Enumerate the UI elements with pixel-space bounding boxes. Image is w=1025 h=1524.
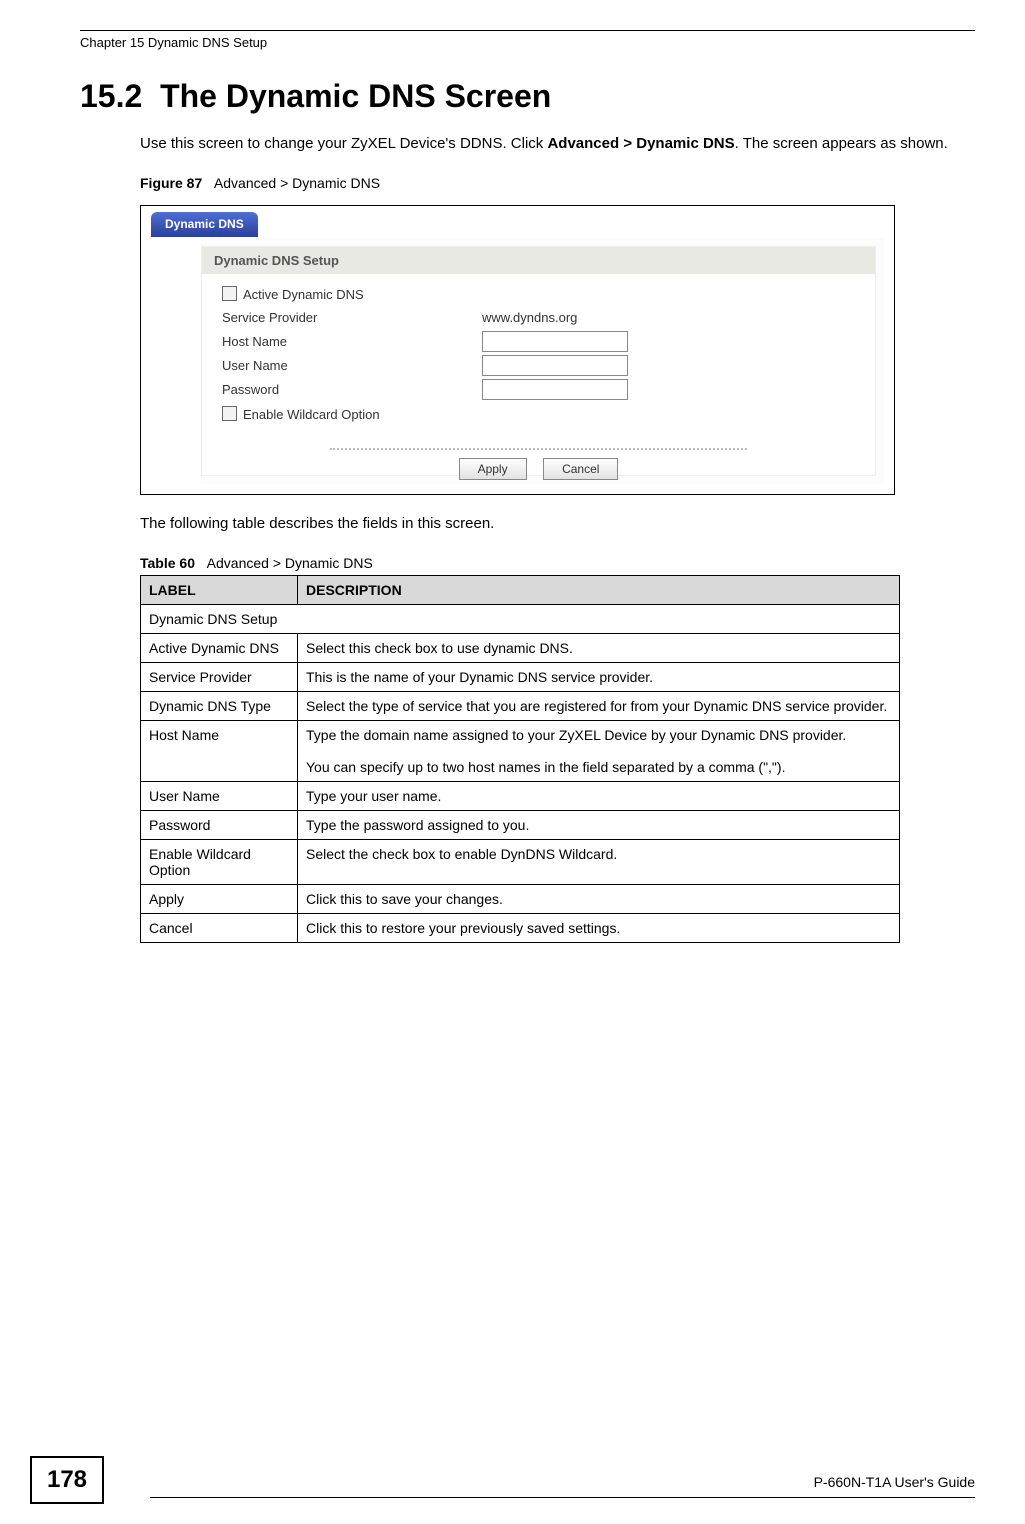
panel: Dynamic DNS Setup Active Dynamic DNS Ser…: [201, 238, 884, 484]
section-title: 15.2 The Dynamic DNS Screen: [80, 78, 975, 115]
separator: [330, 448, 747, 450]
guide-name: P-660N-T1A User's Guide: [814, 1474, 975, 1490]
cancel-button[interactable]: Cancel: [543, 458, 618, 480]
host-name-input[interactable]: [482, 331, 628, 352]
table-desc-cell: Type your user name.: [298, 781, 900, 810]
table-desc-cell: Click this to save your changes.: [298, 884, 900, 913]
table-label-cell: Service Provider: [141, 662, 298, 691]
table-desc-cell: Select the check box to enable DynDNS Wi…: [298, 839, 900, 884]
wildcard-checkbox[interactable]: [222, 406, 237, 421]
table-caption-prefix: Table 60: [140, 555, 195, 571]
section-number: 15.2: [80, 78, 142, 114]
table-desc-cell: Select this check box to use dynamic DNS…: [298, 633, 900, 662]
description-table: LABEL DESCRIPTION Dynamic DNS SetupActiv…: [140, 575, 900, 943]
table-row: Service ProviderThis is the name of your…: [141, 662, 900, 691]
table-row: Active Dynamic DNSSelect this check box …: [141, 633, 900, 662]
intro-paragraph: Use this screen to change your ZyXEL Dev…: [140, 133, 975, 155]
table-row: ApplyClick this to save your changes.: [141, 884, 900, 913]
wildcard-row: Enable Wildcard Option: [222, 406, 482, 422]
table-label-cell: Cancel: [141, 913, 298, 942]
service-provider-value: www.dyndns.org: [482, 310, 577, 325]
table-desc-cell: Type the domain name assigned to your Zy…: [298, 720, 900, 781]
table-row: CancelClick this to restore your previou…: [141, 913, 900, 942]
table-row: Dynamic DNS Setup: [141, 604, 900, 633]
active-ddns-label: Active Dynamic DNS: [243, 287, 364, 302]
figure-caption-text: Advanced > Dynamic DNS: [214, 175, 380, 191]
intro-post: . The screen appears as shown.: [735, 135, 948, 152]
table-row: User NameType your user name.: [141, 781, 900, 810]
password-label: Password: [222, 382, 482, 397]
table-caption-text: Advanced > Dynamic DNS: [207, 555, 373, 571]
table-row: PasswordType the password assigned to yo…: [141, 810, 900, 839]
table-row: Host NameType the domain name assigned t…: [141, 720, 900, 781]
intro-bold: Advanced > Dynamic DNS: [547, 135, 734, 152]
page-number: 178: [30, 1456, 104, 1504]
figure-caption-prefix: Figure 87: [140, 175, 202, 191]
table-label-cell: Dynamic DNS Type: [141, 691, 298, 720]
table-label-cell: Active Dynamic DNS: [141, 633, 298, 662]
table-desc-cell: This is the name of your Dynamic DNS ser…: [298, 662, 900, 691]
dynamic-dns-tab[interactable]: Dynamic DNS: [151, 212, 258, 237]
section-heading: The Dynamic DNS Screen: [160, 78, 551, 114]
active-ddns-row: Active Dynamic DNS: [222, 286, 482, 302]
user-name-label: User Name: [222, 358, 482, 373]
panel-title: Dynamic DNS Setup: [202, 247, 875, 274]
th-label: LABEL: [141, 575, 298, 604]
user-name-input[interactable]: [482, 355, 628, 376]
intro-pre: Use this screen to change your ZyXEL Dev…: [140, 135, 547, 152]
table-label-cell: Apply: [141, 884, 298, 913]
table-desc-cell: Select the type of service that you are …: [298, 691, 900, 720]
chapter-line: Chapter 15 Dynamic DNS Setup: [80, 35, 975, 50]
table-row: Enable Wildcard OptionSelect the check b…: [141, 839, 900, 884]
table-label-cell: Enable Wildcard Option: [141, 839, 298, 884]
th-desc: DESCRIPTION: [298, 575, 900, 604]
table-label-cell: Host Name: [141, 720, 298, 781]
host-name-label: Host Name: [222, 334, 482, 349]
table-desc-cell: Click this to restore your previously sa…: [298, 913, 900, 942]
figure-screenshot: Dynamic DNS Dynamic DNS Setup Active Dyn…: [140, 205, 895, 495]
apply-button[interactable]: Apply: [459, 458, 527, 480]
table-label-cell: Password: [141, 810, 298, 839]
table-caption: Table 60 Advanced > Dynamic DNS: [140, 555, 975, 571]
table-row: Dynamic DNS TypeSelect the type of servi…: [141, 691, 900, 720]
table-label-cell: User Name: [141, 781, 298, 810]
table-desc-cell: Type the password assigned to you.: [298, 810, 900, 839]
password-input[interactable]: [482, 379, 628, 400]
active-ddns-checkbox[interactable]: [222, 286, 237, 301]
figure-caption: Figure 87 Advanced > Dynamic DNS: [140, 175, 975, 191]
wildcard-label: Enable Wildcard Option: [243, 407, 380, 422]
table-section-cell: Dynamic DNS Setup: [141, 604, 900, 633]
service-provider-label: Service Provider: [222, 310, 482, 325]
table-intro: The following table describes the fields…: [140, 513, 975, 535]
